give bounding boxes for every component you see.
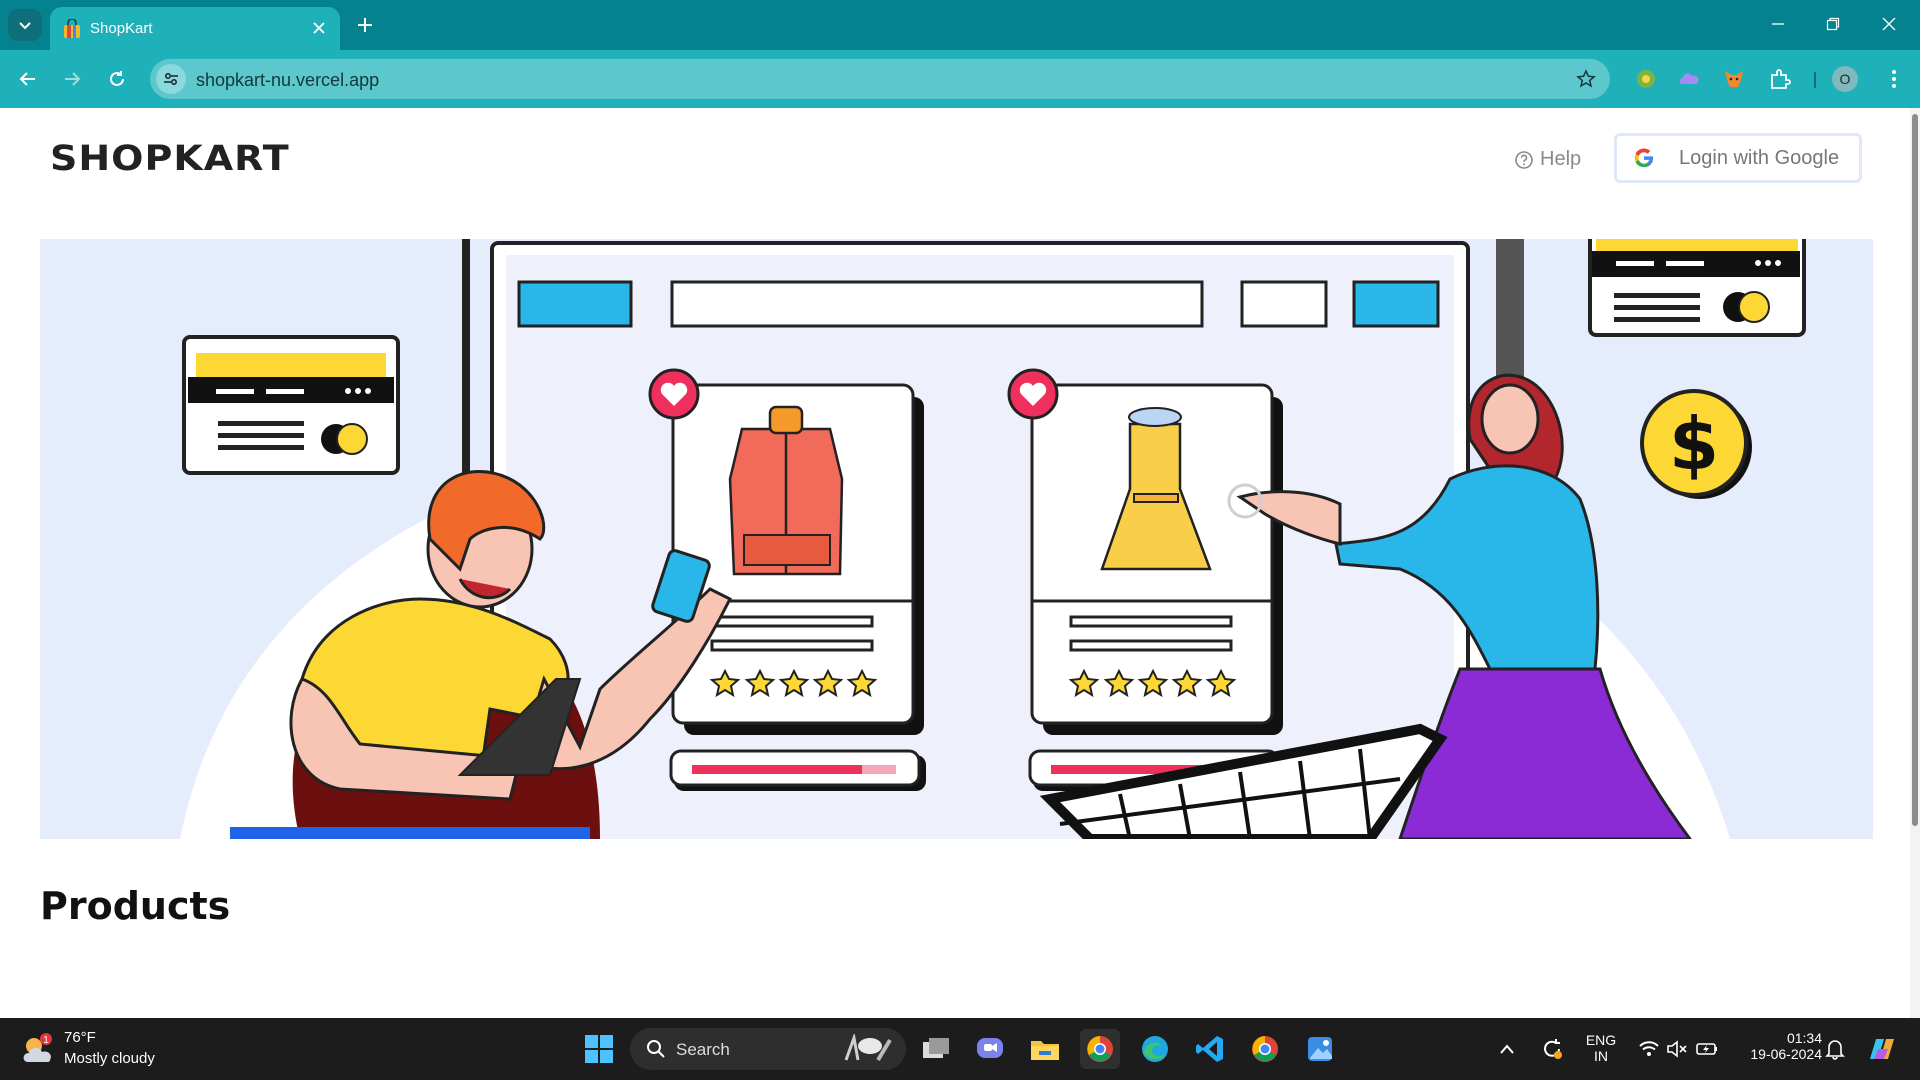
browser-tab-strip: ShopKart xyxy=(0,0,1920,50)
help-circle-icon xyxy=(1515,150,1533,169)
url-text[interactable]: shopkart-nu.vercel.app xyxy=(196,70,379,91)
notification-bell-icon[interactable] xyxy=(1820,1029,1850,1069)
task-view-icon[interactable] xyxy=(916,1029,956,1069)
weather-badge: 1 xyxy=(43,1035,49,1046)
photos-app-icon[interactable] xyxy=(1300,1029,1340,1069)
clock-time: 01:34 xyxy=(1786,1030,1822,1046)
search-label: Search xyxy=(676,1040,730,1059)
toolbar-separator xyxy=(1814,72,1816,88)
windows-start-icon[interactable] xyxy=(584,1034,614,1064)
hero-banner: $ xyxy=(40,239,1873,839)
login-with-google-button[interactable]: Login with Google xyxy=(1614,133,1862,183)
browser-toolbar: shopkart-nu.vercel.app O xyxy=(0,50,1920,108)
search-icon xyxy=(647,1040,665,1058)
browser-tab-active[interactable]: ShopKart xyxy=(50,7,340,50)
help-link[interactable]: Help xyxy=(1514,148,1581,171)
weather-widget[interactable]: 1 76°F Mostly cloudy xyxy=(20,1028,180,1072)
help-label: Help xyxy=(1540,148,1582,170)
teams-chat-icon[interactable] xyxy=(970,1029,1010,1069)
taskbar-search-box[interactable]: Search xyxy=(630,1028,906,1070)
svg-text:$: $ xyxy=(1669,402,1719,486)
chrome-active-icon[interactable] xyxy=(1080,1029,1120,1069)
close-window-icon[interactable] xyxy=(1866,8,1912,40)
bookmark-star-icon[interactable] xyxy=(1574,67,1598,91)
shopping-illustration: $ xyxy=(180,239,1806,839)
tab-title: ShopKart xyxy=(90,20,153,37)
shopping-bag-favicon-icon xyxy=(64,19,80,38)
reload-icon[interactable] xyxy=(101,63,133,95)
site-info-icon[interactable] xyxy=(156,64,186,94)
address-bar[interactable]: shopkart-nu.vercel.app xyxy=(150,59,1610,99)
extensions-puzzle-icon[interactable] xyxy=(1766,65,1794,93)
language-region: IN xyxy=(1594,1048,1608,1064)
show-hidden-icons-chevron-icon[interactable] xyxy=(1492,1029,1522,1069)
search-highlight-icon xyxy=(844,1034,892,1062)
extension-cloud-icon[interactable] xyxy=(1676,65,1704,93)
forward-arrow-icon[interactable] xyxy=(56,63,88,95)
products-heading: Products xyxy=(40,884,231,928)
profile-avatar[interactable]: O xyxy=(1832,66,1858,92)
clock-date: 19-06-2024 xyxy=(1750,1046,1822,1062)
page-scrollbar[interactable] xyxy=(1910,108,1920,1018)
back-arrow-icon[interactable] xyxy=(12,63,44,95)
extension-green-icon[interactable] xyxy=(1632,65,1660,93)
cloudy-weather-icon: 1 xyxy=(23,1033,52,1062)
minimize-icon[interactable] xyxy=(1755,8,1801,40)
new-tab-icon[interactable] xyxy=(350,11,380,39)
edge-browser-icon[interactable] xyxy=(1135,1029,1175,1069)
language-code: ENG xyxy=(1585,1032,1617,1048)
speaker-muted-icon[interactable] xyxy=(1664,1029,1690,1069)
scrollbar-thumb[interactable] xyxy=(1912,114,1918,826)
battery-icon[interactable] xyxy=(1694,1029,1720,1069)
weather-condition: Mostly cloudy xyxy=(64,1050,155,1067)
web-page: SHOPKART Help Login with Google $ Produc… xyxy=(0,108,1910,1018)
wifi-icon[interactable] xyxy=(1636,1029,1662,1069)
login-label: Login with Google xyxy=(1679,146,1840,169)
clock[interactable]: 01:34 19-06-2024 xyxy=(1732,1030,1822,1062)
site-logo[interactable]: SHOPKART xyxy=(50,138,290,178)
file-explorer-icon[interactable] xyxy=(1025,1029,1065,1069)
chevron-down-icon xyxy=(19,22,31,30)
metamask-fox-icon[interactable] xyxy=(1720,65,1748,93)
restore-icon[interactable] xyxy=(1810,8,1856,40)
windows-taskbar: 1 76°F Mostly cloudy Search ENG IN 01:34… xyxy=(0,1018,1920,1080)
weather-temperature: 76°F xyxy=(64,1029,96,1046)
browser-menu-icon[interactable] xyxy=(1880,65,1908,93)
vscode-icon[interactable] xyxy=(1190,1029,1230,1069)
sync-status-icon[interactable] xyxy=(1534,1029,1570,1069)
chrome-profile-icon[interactable] xyxy=(1245,1029,1285,1069)
google-logo-icon xyxy=(1634,148,1654,168)
copilot-icon[interactable] xyxy=(1862,1029,1902,1069)
language-indicator[interactable]: ENG IN xyxy=(1580,1032,1622,1064)
tab-close-icon[interactable] xyxy=(308,17,330,39)
tab-search-button[interactable] xyxy=(8,9,42,41)
